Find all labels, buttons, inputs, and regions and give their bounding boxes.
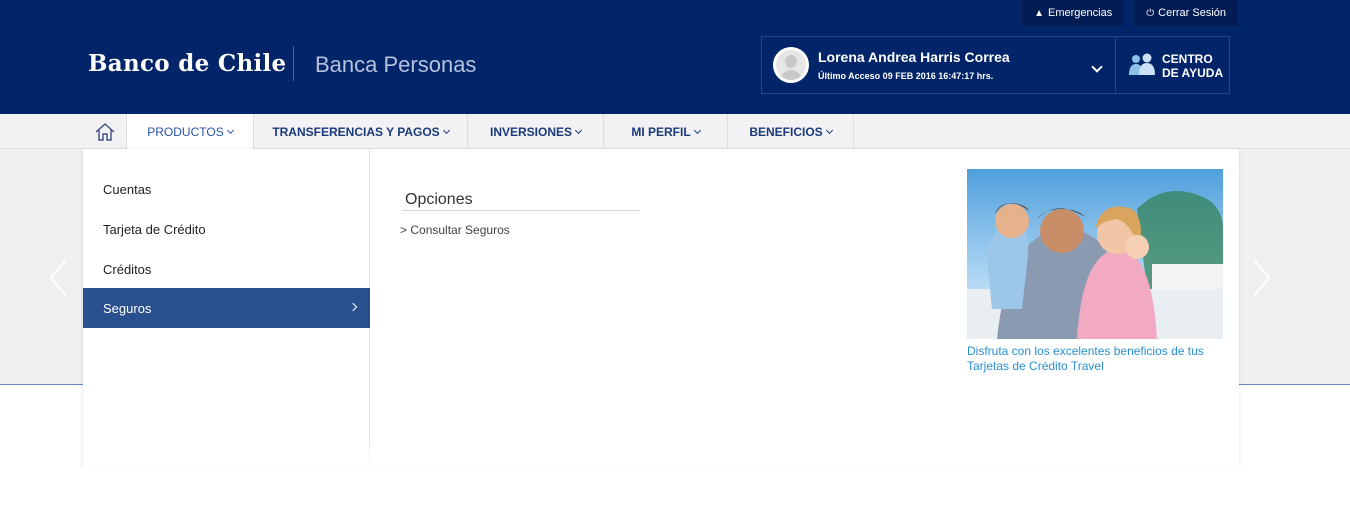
chevron-down-icon bbox=[442, 126, 450, 134]
top-links: ▲ Emergencias ⏻ Cerrar Sesión bbox=[1022, 0, 1238, 26]
nav-productos-label: PRODUCTOS bbox=[147, 124, 224, 139]
section-title: Banca Personas bbox=[315, 52, 477, 77]
header: ▲ Emergencias ⏻ Cerrar Sesión Banco de C… bbox=[0, 0, 1350, 114]
submenu-item-label: Cuentas bbox=[103, 181, 152, 197]
submenu-item-label: Tarjeta de Crédito bbox=[103, 221, 206, 237]
help-line-2: DE AYUDA bbox=[1162, 66, 1224, 80]
nav-productos[interactable]: PRODUCTOS bbox=[127, 114, 254, 149]
people-icon bbox=[1129, 53, 1155, 75]
user-menu[interactable]: Lorena Andrea Harris Correa Último Acces… bbox=[761, 36, 1115, 94]
submenu-item-seguros[interactable]: Seguros bbox=[83, 288, 370, 328]
nav-mi-perfil[interactable]: MI PERFIL bbox=[604, 114, 728, 149]
chevron-down-icon bbox=[574, 126, 583, 134]
cerrar-sesion-label: Cerrar Sesión bbox=[1158, 7, 1226, 19]
warning-icon: ▲ bbox=[1034, 7, 1045, 19]
bank-logo[interactable]: Banco de Chile bbox=[88, 50, 286, 77]
user-name: Lorena Andrea Harris Correa bbox=[818, 49, 1010, 65]
chevron-right-icon: > bbox=[400, 223, 408, 237]
help-center-label: CENTRO DE AYUDA bbox=[1162, 52, 1223, 80]
dropdown-fade bbox=[83, 440, 1239, 470]
emergencias-label: Emergencias bbox=[1048, 7, 1113, 19]
submenu-item-tarjeta-credito[interactable]: Tarjeta de Crédito bbox=[83, 209, 370, 249]
chevron-down-icon bbox=[226, 126, 234, 134]
main-nav: PRODUCTOS TRANSFERENCIAS Y PAGOS INVERSI… bbox=[0, 114, 1350, 149]
nav-beneficios[interactable]: BENEFICIOS bbox=[728, 114, 854, 149]
submenu-panel: Opciones > Consultar Seguros Disfruta co… bbox=[370, 149, 1239, 469]
chevron-down-icon bbox=[693, 126, 701, 134]
nav-home[interactable] bbox=[83, 114, 127, 149]
nav-inversiones-label: INVERSIONES bbox=[489, 124, 573, 139]
options-title: Opciones bbox=[405, 191, 473, 208]
page: ▲ Emergencias ⏻ Cerrar Sesión Banco de C… bbox=[0, 0, 1350, 526]
chevron-right-icon[interactable] bbox=[1252, 258, 1272, 298]
last-access: Último Acceso 09 FEB 2016 16:47:17 hrs. bbox=[818, 71, 994, 81]
avatar bbox=[773, 47, 809, 83]
submenu-item-label: Seguros bbox=[103, 300, 152, 316]
options-divider bbox=[402, 210, 640, 211]
logo-divider bbox=[293, 46, 294, 81]
emergencias-link[interactable]: ▲ Emergencias bbox=[1022, 0, 1125, 26]
submenu-item-cuentas[interactable]: Cuentas bbox=[83, 169, 370, 209]
nav-beneficios-label: BENEFICIOS bbox=[749, 124, 823, 139]
chevron-left-icon[interactable] bbox=[48, 258, 68, 298]
nav-transferencias-label: TRANSFERENCIAS Y PAGOS bbox=[272, 124, 440, 139]
help-line-1: CENTRO bbox=[1162, 52, 1213, 66]
nav-mi-perfil-label: MI PERFIL bbox=[631, 124, 691, 139]
nav-transferencias[interactable]: TRANSFERENCIAS Y PAGOS bbox=[254, 114, 468, 149]
chevron-down-icon bbox=[825, 126, 833, 134]
chevron-down-icon[interactable] bbox=[1091, 61, 1103, 73]
nav-inversiones[interactable]: INVERSIONES bbox=[468, 114, 604, 149]
help-center-button[interactable]: CENTRO DE AYUDA bbox=[1115, 36, 1230, 94]
power-icon: ⏻ bbox=[1146, 7, 1155, 19]
consultar-seguros-label: Consultar Seguros bbox=[410, 223, 510, 237]
home-icon bbox=[95, 122, 114, 141]
cerrar-sesion-link[interactable]: ⏻ Cerrar Sesión bbox=[1134, 0, 1238, 26]
submenu-item-creditos[interactable]: Créditos bbox=[83, 249, 370, 289]
chevron-right-icon bbox=[348, 302, 358, 312]
products-submenu: Cuentas Tarjeta de Crédito Créditos Segu… bbox=[83, 149, 370, 469]
submenu-item-label: Créditos bbox=[103, 261, 152, 277]
consultar-seguros-link[interactable]: > Consultar Seguros bbox=[400, 223, 510, 237]
promo-image[interactable] bbox=[967, 169, 1223, 339]
promo-caption[interactable]: Disfruta con los excelentes beneficios d… bbox=[967, 344, 1223, 374]
